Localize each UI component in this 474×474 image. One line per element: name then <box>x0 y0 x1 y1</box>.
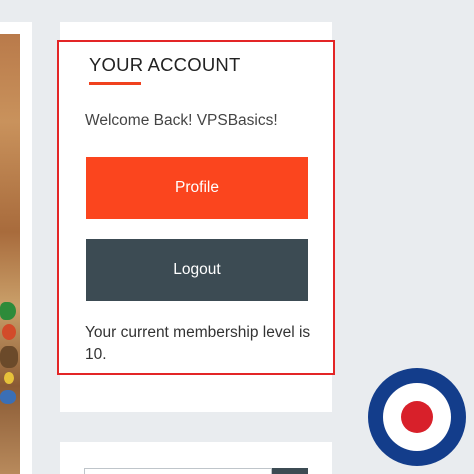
photo-detail <box>0 346 18 368</box>
photo-detail <box>0 390 16 404</box>
photo-detail <box>2 324 16 340</box>
post-thumbnail-image[interactable] <box>0 34 20 474</box>
roundel-center <box>401 401 433 433</box>
widget-title: YOUR ACCOUNT <box>89 54 241 75</box>
search-button[interactable] <box>272 468 308 474</box>
membership-level-text: Your current membership level is 10. <box>85 324 311 363</box>
photo-detail <box>4 372 14 384</box>
welcome-message: Welcome Back! VPSBasics! <box>85 112 278 129</box>
search-input[interactable] <box>84 468 272 474</box>
title-underline <box>89 82 141 85</box>
left-post-card <box>0 22 32 474</box>
target-roundel-icon[interactable] <box>368 368 466 466</box>
second-widget-card <box>60 442 332 474</box>
photo-detail <box>0 302 16 320</box>
profile-button[interactable]: Profile <box>86 157 308 219</box>
logout-button[interactable]: Logout <box>86 239 308 301</box>
account-widget: YOUR ACCOUNT Welcome Back! VPSBasics! Pr… <box>57 40 335 375</box>
roundel-ring <box>383 383 451 451</box>
